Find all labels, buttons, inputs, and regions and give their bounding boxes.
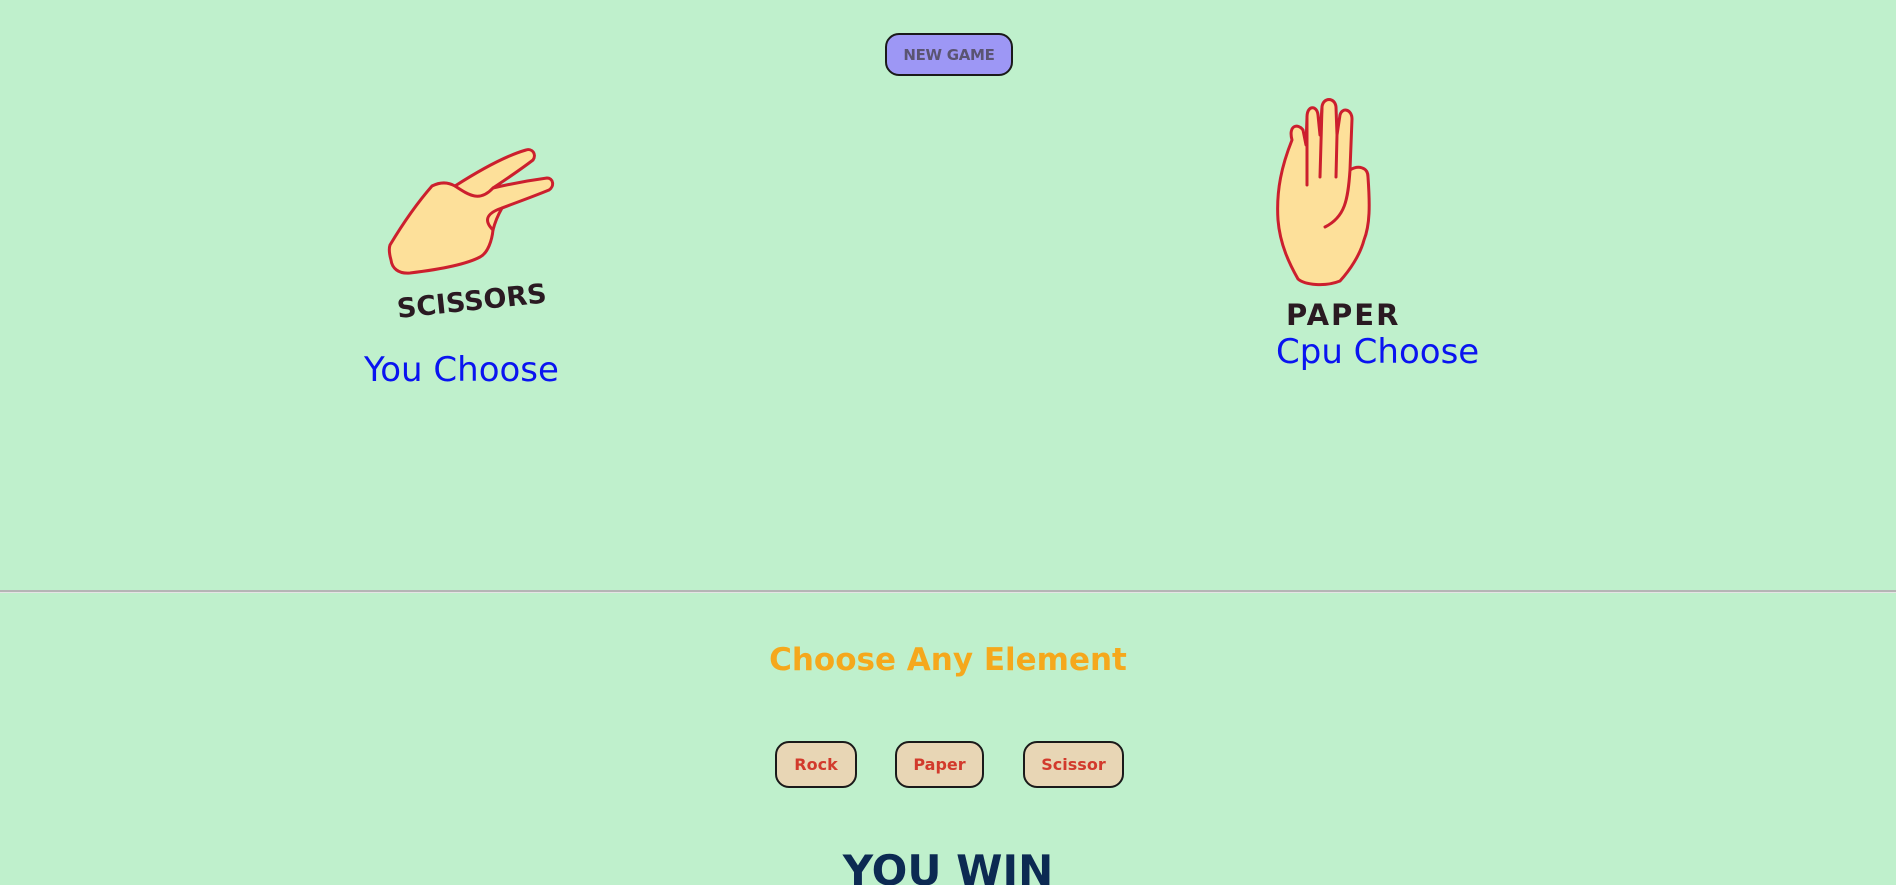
cpu-choice-image: PAPER xyxy=(1270,95,1415,335)
scissor-button[interactable]: Scissor xyxy=(1023,741,1124,788)
player-choice-caption: You Choose xyxy=(364,350,559,390)
scissors-hand-icon: SCISSORS xyxy=(387,148,555,325)
new-game-button[interactable]: NEW GAME xyxy=(885,33,1013,76)
choose-element-title: Choose Any Element xyxy=(769,642,1127,678)
cpu-choice-caption: Cpu Choose xyxy=(1276,332,1480,372)
game-page: NEW GAME SCISSORS You Choose PAPER Cpu C… xyxy=(0,0,1896,885)
rock-button[interactable]: Rock xyxy=(775,741,857,788)
player-choice-image: SCISSORS xyxy=(380,140,590,340)
paper-button[interactable]: Paper xyxy=(895,741,984,788)
result-message: YOU WIN xyxy=(842,846,1054,885)
scissors-image-text: SCISSORS xyxy=(395,278,548,325)
section-divider xyxy=(0,590,1896,593)
paper-image-text: PAPER xyxy=(1286,298,1400,332)
paper-hand-icon: PAPER xyxy=(1276,98,1400,332)
